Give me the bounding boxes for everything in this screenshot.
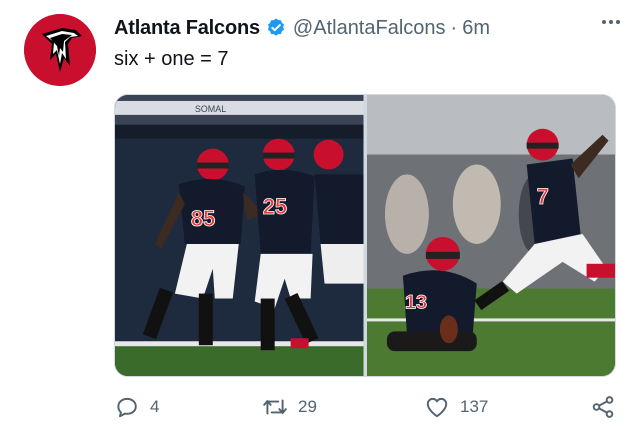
share-button[interactable] [590, 394, 616, 420]
stadium-banner-text: SOMAL [195, 104, 226, 114]
media-grid: SOMAL 85 25 13 7 [114, 94, 616, 377]
tweet-action-bar: 4 29 137 [114, 394, 616, 424]
reply-icon [117, 397, 137, 418]
jersey-number-13: 13 [404, 292, 426, 314]
account-handle[interactable]: @AtlantaFalcons [293, 17, 446, 40]
reply-button[interactable]: 4 [114, 394, 159, 420]
tweet-header: Atlanta Falcons @AtlantaFalcons · 6m [114, 14, 620, 42]
display-name[interactable]: Atlanta Falcons [114, 17, 260, 40]
more-options-icon[interactable] [602, 20, 620, 24]
avatar[interactable] [24, 14, 96, 86]
like-count: 137 [460, 397, 489, 416]
heart-icon [426, 397, 448, 418]
falcon-logo-icon [24, 14, 96, 86]
jersey-number-7: 7 [536, 184, 548, 209]
jersey-number-25: 25 [263, 194, 287, 219]
reply-count: 4 [150, 397, 160, 416]
tweet-text: six + one = 7 [114, 48, 229, 70]
photo-kick[interactable]: 13 7 [366, 95, 616, 376]
verified-badge-icon [267, 18, 284, 36]
retweet-button[interactable]: 29 [262, 394, 317, 420]
jersey-number-85: 85 [191, 206, 215, 231]
photo-celebration[interactable]: SOMAL 85 25 [115, 95, 364, 376]
retweet-count: 29 [298, 397, 317, 416]
retweet-icon [263, 399, 287, 415]
separator-dot: · [450, 16, 458, 39]
share-icon [592, 396, 614, 418]
like-button[interactable]: 137 [424, 394, 488, 420]
timestamp[interactable]: 6m [462, 17, 490, 40]
